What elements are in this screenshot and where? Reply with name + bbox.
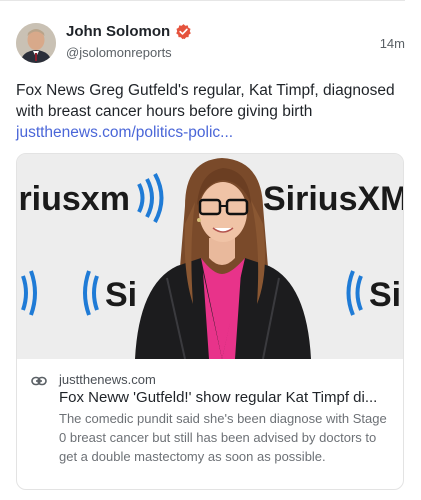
post-text-content: Fox News Greg Gutfeld's regular, Kat Tim… bbox=[16, 82, 395, 120]
preview-title[interactable]: Fox Neww 'Gutfeld!' show regular Kat Tim… bbox=[59, 389, 399, 406]
backdrop-logo-text-2: SiriusXM bbox=[263, 180, 404, 218]
author-name-text[interactable]: John Solomon bbox=[66, 23, 170, 40]
backdrop-logo-text-4: Si bbox=[369, 276, 401, 314]
preview-description: The comedic pundit said she's been diagn… bbox=[59, 411, 387, 464]
author-name[interactable]: John Solomon bbox=[66, 23, 192, 40]
avatar[interactable] bbox=[16, 23, 56, 63]
divider bbox=[0, 0, 405, 1]
backdrop-logo-text-1: iriusxm bbox=[17, 180, 130, 218]
preview-image[interactable]: iriusxm SiriusXM Si Si bbox=[17, 154, 404, 360]
post-link[interactable]: justthenews.com/politics-polic... bbox=[16, 124, 233, 141]
preview-meta[interactable]: justthenews.com Fox Neww 'Gutfeld!' show… bbox=[17, 359, 403, 489]
backdrop-logo-text-3: Si bbox=[105, 276, 137, 314]
post-timestamp[interactable]: 14m bbox=[380, 36, 405, 51]
post: John Solomon @jsolomonreports 14m Fox Ne… bbox=[0, 0, 421, 500]
verified-badge-icon bbox=[176, 24, 191, 40]
link-preview-card[interactable]: iriusxm SiriusXM Si Si justthenews.com F… bbox=[16, 153, 404, 490]
post-text: Fox News Greg Gutfeld's regular, Kat Tim… bbox=[16, 80, 408, 143]
link-icon bbox=[31, 376, 47, 386]
preview-domain: justthenews.com bbox=[59, 372, 156, 387]
author-handle[interactable]: @jsolomonreports bbox=[66, 45, 172, 60]
